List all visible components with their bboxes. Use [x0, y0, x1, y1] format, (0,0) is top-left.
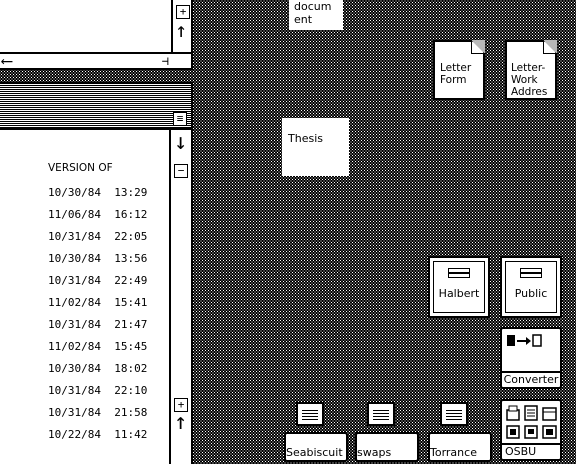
scroll-down-arrow-icon[interactable]: ↓	[174, 132, 187, 154]
document-label-line2: ent	[294, 13, 313, 26]
convert-arrow-icon	[507, 334, 542, 347]
printer-paper-icon	[367, 402, 395, 426]
icon-label-line2: Work	[511, 74, 538, 86]
icon-label-line1: Letter-	[511, 62, 546, 74]
letter-work-address-document-icon[interactable]: Letter- Work Addres	[505, 40, 557, 100]
thesis-folder-icon[interactable]: Thesis	[282, 118, 349, 176]
printer-paper-icon	[296, 402, 324, 426]
mail-slot-icon	[520, 268, 542, 278]
printer-label: Seabiscuit	[286, 446, 343, 459]
list-item[interactable]: 10/30/84 13:56	[48, 252, 147, 265]
version-list-window: ≡ VERSION OF 10/30/84 13:29 11/06/84 16:…	[0, 82, 193, 464]
window-menu-icon[interactable]: ≡	[173, 112, 187, 126]
document-window-fragment[interactable]: docum ent	[289, 0, 343, 30]
scroll-left-arrow-icon[interactable]: ⟵	[2, 51, 12, 70]
printer-label: swaps	[357, 446, 392, 459]
icon-label-line1: Letter	[440, 62, 472, 74]
list-item[interactable]: 10/31/84 21:58	[48, 406, 147, 419]
top-window-horizontal-scrollbar[interactable]: ⟵ ⊣	[0, 51, 191, 70]
scroll-up-arrow-icon[interactable]: ↑	[174, 412, 187, 434]
version-list: VERSION OF 10/30/84 13:29 11/06/84 16:12…	[0, 130, 169, 464]
list-item[interactable]: 11/02/84 15:41	[48, 296, 147, 309]
list-vertical-scrollbar[interactable]: ↓ − + ↑	[169, 130, 191, 464]
public-label: Public	[514, 287, 548, 300]
halbert-label: Halbert	[438, 287, 480, 300]
list-item[interactable]: 10/22/84 11:42	[48, 428, 147, 441]
icon-label-line2: Form	[440, 74, 467, 86]
printer-seabiscuit-icon[interactable]: Seabiscuit	[284, 402, 348, 462]
window-title-bar[interactable]: ≡	[0, 82, 191, 130]
converter-icon[interactable]: Converter	[500, 327, 562, 389]
printer-label: Torrance	[430, 446, 477, 459]
converter-label: Converter	[502, 371, 560, 386]
letter-form-document-icon[interactable]: Letter Form	[433, 40, 485, 100]
osbu-label: OSBU	[502, 443, 560, 459]
list-item[interactable]: 10/30/84 13:29	[48, 186, 147, 199]
osbu-tools-icon	[506, 405, 557, 439]
scroll-up-arrow-icon[interactable]: ↑	[175, 20, 187, 40]
mail-slot-icon	[448, 268, 470, 278]
document-label-line1: docum	[294, 0, 332, 13]
list-item[interactable]: 10/31/84 22:49	[48, 274, 147, 287]
list-item[interactable]: 11/06/84 16:12	[48, 208, 147, 221]
list-item[interactable]: 11/02/84 15:45	[48, 340, 147, 353]
list-item[interactable]: 10/31/84 22:05	[48, 230, 147, 243]
page-fold-icon	[471, 40, 485, 54]
thesis-label: Thesis	[288, 132, 323, 145]
top-window: + ↑ ⟵ ⊣	[0, 0, 193, 70]
osbu-directory-icon[interactable]: OSBU	[500, 399, 562, 461]
printer-torrance-icon[interactable]: Torrance	[428, 402, 492, 462]
page-right-icon[interactable]: ⊣	[162, 54, 169, 68]
printer-paper-icon	[440, 402, 468, 426]
halbert-mailbox-icon[interactable]: Halbert	[428, 256, 490, 318]
printer-swaps-icon[interactable]: swaps	[355, 402, 419, 462]
list-item[interactable]: 10/30/84 18:02	[48, 362, 147, 375]
version-list-header: VERSION OF	[48, 162, 113, 174]
list-item[interactable]: 10/31/84 22:10	[48, 384, 147, 397]
top-window-vertical-scrollbar[interactable]: + ↑	[171, 0, 191, 52]
page-fold-icon	[543, 40, 557, 54]
public-mailbox-icon[interactable]: Public	[500, 256, 562, 318]
icon-label-line3: Addres	[511, 86, 548, 98]
scroll-minus-button[interactable]: −	[174, 164, 188, 178]
list-item[interactable]: 10/31/84 21:47	[48, 318, 147, 331]
scroll-plus-button[interactable]: +	[176, 5, 190, 19]
